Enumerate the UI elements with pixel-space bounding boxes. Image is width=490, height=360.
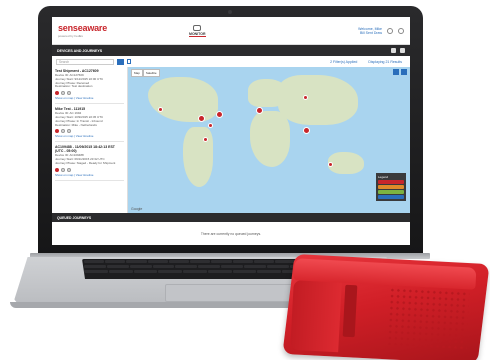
legend-row xyxy=(378,185,404,189)
results-count[interactable]: Displaying 21 Results xyxy=(368,60,402,64)
journey-detail: Destination: Mike - Netherlands xyxy=(55,122,97,127)
device-end-cap xyxy=(290,279,342,353)
filter-row: Search 2 Filter(s) Applied Displaying 21… xyxy=(52,56,410,67)
devices-tools xyxy=(391,48,405,53)
asia xyxy=(278,75,358,125)
status-icons xyxy=(55,91,124,96)
list-item[interactable]: AC109488 - 11/09/2015 18:42:13 EST (UTC … xyxy=(55,145,124,181)
temperature-icon xyxy=(67,91,71,96)
map-pin[interactable] xyxy=(208,123,213,128)
alert-icon xyxy=(55,167,59,172)
filters-applied-link[interactable]: 2 Filter(s) Applied xyxy=(330,60,357,64)
location-icon xyxy=(61,129,65,134)
monitor-icon xyxy=(193,24,202,31)
logo-subtext: powered by FedEx xyxy=(58,34,84,38)
legend-row xyxy=(378,180,404,184)
settings-icon[interactable] xyxy=(400,48,405,53)
search-input[interactable]: Search xyxy=(56,58,114,65)
africa xyxy=(250,111,290,167)
legend-title: Legend xyxy=(378,175,389,179)
user-menu[interactable]: Welcome, Mike Bill Sent Draw xyxy=(358,27,404,35)
list-view-icon[interactable] xyxy=(391,48,396,53)
legend-row xyxy=(378,195,404,199)
legend-row xyxy=(378,190,404,194)
map-controls xyxy=(393,69,407,75)
user-greeting: Welcome, Mike xyxy=(358,26,382,31)
map-pin[interactable] xyxy=(198,115,205,122)
location-icon xyxy=(61,167,65,172)
laptop-lid: senseaware powered by FedEx MONITOR Welc… xyxy=(38,6,423,256)
logo-text: senseaware xyxy=(58,23,108,33)
map-legend: Legend xyxy=(376,173,406,201)
user-info: Welcome, Mike Bill Sent Draw xyxy=(358,27,382,35)
help-icon[interactable] xyxy=(398,27,404,34)
google-attribution: Google xyxy=(131,207,143,211)
journey-links[interactable]: Show on map | View timeline xyxy=(55,134,124,138)
journey-list: Test Shipment - AC127609 Device ID: AC12… xyxy=(52,67,128,213)
map-pin[interactable] xyxy=(303,127,310,134)
map-pin[interactable] xyxy=(216,111,223,118)
product-photo: senseaware powered by FedEx MONITOR Welc… xyxy=(0,0,490,360)
tab-map[interactable]: Map xyxy=(131,69,143,77)
queued-bar[interactable]: QUEUED JOURNEYS xyxy=(52,213,410,222)
journey-links[interactable]: Show on map | View timeline xyxy=(55,96,124,100)
status-icons xyxy=(55,167,124,172)
south-america xyxy=(183,127,213,187)
australia xyxy=(328,152,364,174)
list-item[interactable]: Test Shipment - AC127609 Device ID: AC12… xyxy=(55,69,124,105)
alert-icon xyxy=(55,129,59,134)
map-pin[interactable] xyxy=(203,137,208,142)
devices-bar: DEVICES AND JOURNEYS xyxy=(52,45,410,56)
trackpad xyxy=(165,284,295,302)
list-item[interactable]: Mike Test - 111915 Device ID: AC 1994 Jo… xyxy=(55,107,124,143)
journey-detail: Journey Phase: Staged - Ready for Shipme… xyxy=(55,160,116,165)
tab-satellite[interactable]: Satellite xyxy=(142,69,160,77)
journey-detail: Destination: Test destination xyxy=(55,84,93,89)
map-pin[interactable] xyxy=(328,162,333,167)
user-subtext: Bill Sent Draw xyxy=(360,30,382,35)
alert-icon xyxy=(55,91,59,96)
map-pin[interactable] xyxy=(303,95,308,100)
fullscreen-icon[interactable] xyxy=(401,69,407,75)
main-content: Test Shipment - AC127609 Device ID: AC12… xyxy=(52,67,410,213)
zoom-icon[interactable] xyxy=(393,69,399,75)
map-pin[interactable] xyxy=(256,107,263,114)
device-grip-texture xyxy=(386,286,470,350)
laptop-screen: senseaware powered by FedEx MONITOR Welc… xyxy=(52,17,410,245)
nav-monitor-label: MONITOR xyxy=(189,31,206,37)
nav-monitor[interactable]: MONITOR xyxy=(189,24,206,37)
temperature-icon xyxy=(67,129,71,134)
pause-icon[interactable] xyxy=(127,59,131,64)
app-header: senseaware powered by FedEx MONITOR Welc… xyxy=(52,17,410,45)
map-pin[interactable] xyxy=(158,107,163,112)
temperature-icon xyxy=(67,167,71,172)
status-icons xyxy=(55,129,124,134)
devices-bar-title: DEVICES AND JOURNEYS xyxy=(57,48,103,53)
user-icon[interactable] xyxy=(387,27,393,34)
location-icon xyxy=(61,91,65,96)
app-logo[interactable]: senseaware powered by FedEx xyxy=(58,23,107,38)
webcam xyxy=(228,10,232,14)
red-tracking-device xyxy=(282,253,490,360)
queued-message: There are currently no queued journeys. xyxy=(52,222,410,245)
queued-title: QUEUED JOURNEYS xyxy=(57,215,92,220)
journey-title: AC109488 - 11/09/2015 18:42:13 EST (UTC … xyxy=(55,145,115,154)
world-map[interactable]: Map Satellite Legend Google xyxy=(128,67,410,213)
search-button[interactable] xyxy=(117,58,124,65)
journey-links[interactable]: Show on map | View timeline xyxy=(55,173,124,177)
north-america xyxy=(148,77,218,122)
map-type-tabs: Map Satellite xyxy=(131,69,160,77)
